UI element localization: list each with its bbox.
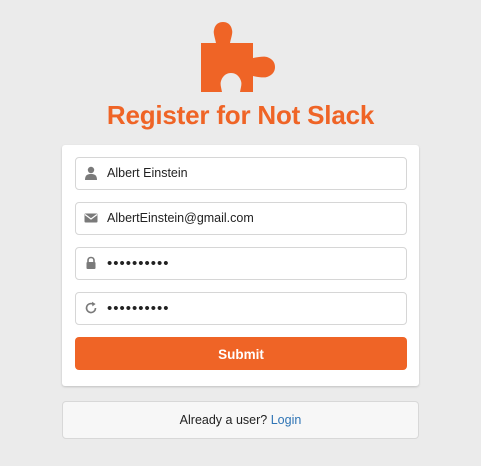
name-field[interactable]: Albert Einstein [75, 157, 407, 190]
submit-button[interactable]: Submit [75, 337, 407, 370]
puzzle-piece-icon [201, 22, 275, 92]
confirm-password-field[interactable]: •••••••••• [75, 292, 407, 325]
page-title: Register for Not Slack [106, 100, 375, 130]
password-value: •••••••••• [107, 255, 170, 272]
login-prompt-text: Already a user? [179, 413, 268, 427]
email-field[interactable]: AlbertEinstein@gmail.com [75, 202, 407, 235]
confirm-password-value: •••••••••• [107, 300, 170, 317]
email-value: AlbertEinstein@gmail.com [107, 211, 254, 225]
register-form: Albert Einstein AlbertEinstein@gmail.com… [62, 145, 419, 386]
repeat-icon [85, 301, 97, 314]
password-field[interactable]: •••••••••• [75, 247, 407, 280]
lock-icon [86, 256, 96, 269]
envelope-icon [84, 213, 98, 223]
login-prompt-box: Already a user? Login [62, 401, 419, 439]
login-link[interactable]: Login [271, 413, 302, 427]
name-value: Albert Einstein [107, 166, 188, 180]
user-icon [85, 166, 97, 180]
